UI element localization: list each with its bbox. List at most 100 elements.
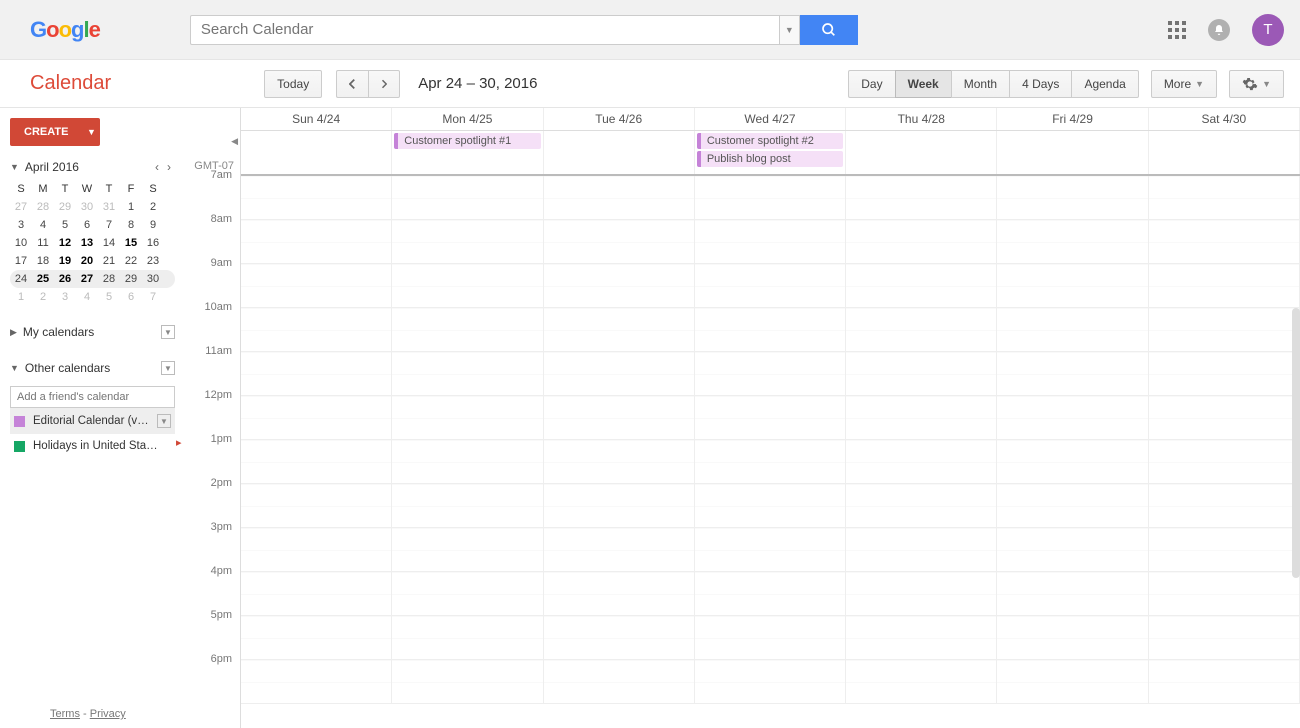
hour-slot[interactable]	[695, 308, 845, 352]
hour-slot[interactable]	[997, 440, 1147, 484]
mini-day[interactable]: 25	[32, 270, 54, 288]
hour-slot[interactable]	[695, 528, 845, 572]
mini-day[interactable]: 26	[54, 270, 76, 288]
mini-day[interactable]: 1	[10, 288, 32, 306]
hour-slot[interactable]	[997, 176, 1147, 220]
mini-day[interactable]: 8	[120, 216, 142, 234]
hour-slot[interactable]	[544, 484, 694, 528]
hour-slot[interactable]	[997, 484, 1147, 528]
hour-slot[interactable]	[392, 528, 542, 572]
view-agenda[interactable]: Agenda	[1071, 70, 1138, 98]
hour-slot[interactable]	[695, 616, 845, 660]
hour-slot[interactable]	[241, 484, 391, 528]
view-week[interactable]: Week	[895, 70, 951, 98]
hour-slot[interactable]	[846, 396, 996, 440]
hour-slot[interactable]	[392, 264, 542, 308]
view-month[interactable]: Month	[951, 70, 1009, 98]
hour-slot[interactable]	[997, 308, 1147, 352]
hour-slot[interactable]	[241, 352, 391, 396]
mini-day[interactable]: 6	[120, 288, 142, 306]
allday-column[interactable]: Customer spotlight #1	[392, 131, 543, 174]
hour-slot[interactable]	[695, 440, 845, 484]
mini-day[interactable]: 4	[32, 216, 54, 234]
hour-slot[interactable]	[1149, 220, 1299, 264]
hour-slot[interactable]	[1149, 572, 1299, 616]
hour-slot[interactable]	[392, 396, 542, 440]
hour-slot[interactable]	[392, 440, 542, 484]
mini-day[interactable]: 7	[98, 216, 120, 234]
hour-slot[interactable]	[997, 572, 1147, 616]
hour-slot[interactable]	[392, 572, 542, 616]
hour-slot[interactable]	[1149, 440, 1299, 484]
notifications-icon[interactable]	[1208, 19, 1230, 41]
collapse-sidebar-icon[interactable]: ◀	[231, 136, 238, 147]
mini-prev[interactable]: ‹	[151, 160, 163, 174]
hour-slot[interactable]	[997, 352, 1147, 396]
day-column[interactable]	[241, 176, 392, 704]
hour-slot[interactable]	[241, 528, 391, 572]
hour-slot[interactable]	[1149, 616, 1299, 660]
hour-slot[interactable]	[846, 176, 996, 220]
hour-slot[interactable]	[846, 352, 996, 396]
other-calendars-menu[interactable]: ▼	[161, 361, 175, 375]
mini-day[interactable]: 13	[76, 234, 98, 252]
my-calendars-menu[interactable]: ▼	[161, 325, 175, 339]
calendar-item[interactable]: Holidays in United Sta…	[10, 434, 175, 458]
hour-slot[interactable]	[1149, 264, 1299, 308]
hour-slot[interactable]	[241, 308, 391, 352]
allday-column[interactable]	[241, 131, 392, 174]
google-logo[interactable]: Google	[30, 17, 100, 43]
mini-day[interactable]: 27	[10, 198, 32, 216]
hour-slot[interactable]	[695, 220, 845, 264]
mini-day[interactable]: 1	[120, 198, 142, 216]
hour-slot[interactable]	[544, 440, 694, 484]
hour-slot[interactable]	[1149, 176, 1299, 220]
mini-day[interactable]: 18	[32, 252, 54, 270]
calendar-item-menu[interactable]: ▼	[157, 414, 171, 428]
hour-slot[interactable]	[846, 616, 996, 660]
mini-day[interactable]: 24	[10, 270, 32, 288]
hour-slot[interactable]	[241, 396, 391, 440]
my-calendars-toggle[interactable]: ▶ My calendars ▼	[10, 322, 175, 342]
mini-next[interactable]: ›	[163, 160, 175, 174]
allday-event[interactable]: Customer spotlight #2	[697, 133, 843, 149]
day-column[interactable]	[392, 176, 543, 704]
hour-slot[interactable]	[392, 176, 542, 220]
search-options-dropdown[interactable]: ▼	[780, 15, 800, 45]
mini-day[interactable]: 11	[32, 234, 54, 252]
hour-slot[interactable]	[392, 484, 542, 528]
mini-day[interactable]: 29	[120, 270, 142, 288]
day-column[interactable]	[997, 176, 1148, 704]
avatar[interactable]: T	[1252, 14, 1284, 46]
prev-button[interactable]	[336, 70, 368, 98]
hour-slot[interactable]	[1149, 352, 1299, 396]
hour-slot[interactable]	[544, 308, 694, 352]
hour-slot[interactable]	[846, 528, 996, 572]
today-button[interactable]: Today	[264, 70, 322, 98]
hour-slot[interactable]	[544, 660, 694, 704]
next-button[interactable]	[368, 70, 400, 98]
other-calendars-toggle[interactable]: ▼ Other calendars ▼	[10, 358, 175, 378]
calendar-item[interactable]: Editorial Calendar (v…▼	[10, 408, 175, 434]
hour-slot[interactable]	[544, 264, 694, 308]
mini-day[interactable]: 20	[76, 252, 98, 270]
apps-icon[interactable]	[1168, 21, 1186, 39]
hour-slot[interactable]	[544, 616, 694, 660]
hour-slot[interactable]	[544, 528, 694, 572]
day-column[interactable]	[846, 176, 997, 704]
hour-slot[interactable]	[846, 440, 996, 484]
mini-day[interactable]: 5	[98, 288, 120, 306]
mini-day[interactable]: 23	[142, 252, 164, 270]
mini-day[interactable]: 19	[54, 252, 76, 270]
hour-slot[interactable]	[241, 660, 391, 704]
hour-slot[interactable]	[544, 572, 694, 616]
mini-day[interactable]: 29	[54, 198, 76, 216]
mini-day[interactable]: 27	[76, 270, 98, 288]
mini-day[interactable]: 9	[142, 216, 164, 234]
mini-day[interactable]: 15	[120, 234, 142, 252]
mini-day[interactable]: 10	[10, 234, 32, 252]
mini-day[interactable]: 2	[142, 198, 164, 216]
allday-column[interactable]	[544, 131, 695, 174]
hour-slot[interactable]	[997, 528, 1147, 572]
hour-slot[interactable]	[1149, 660, 1299, 704]
